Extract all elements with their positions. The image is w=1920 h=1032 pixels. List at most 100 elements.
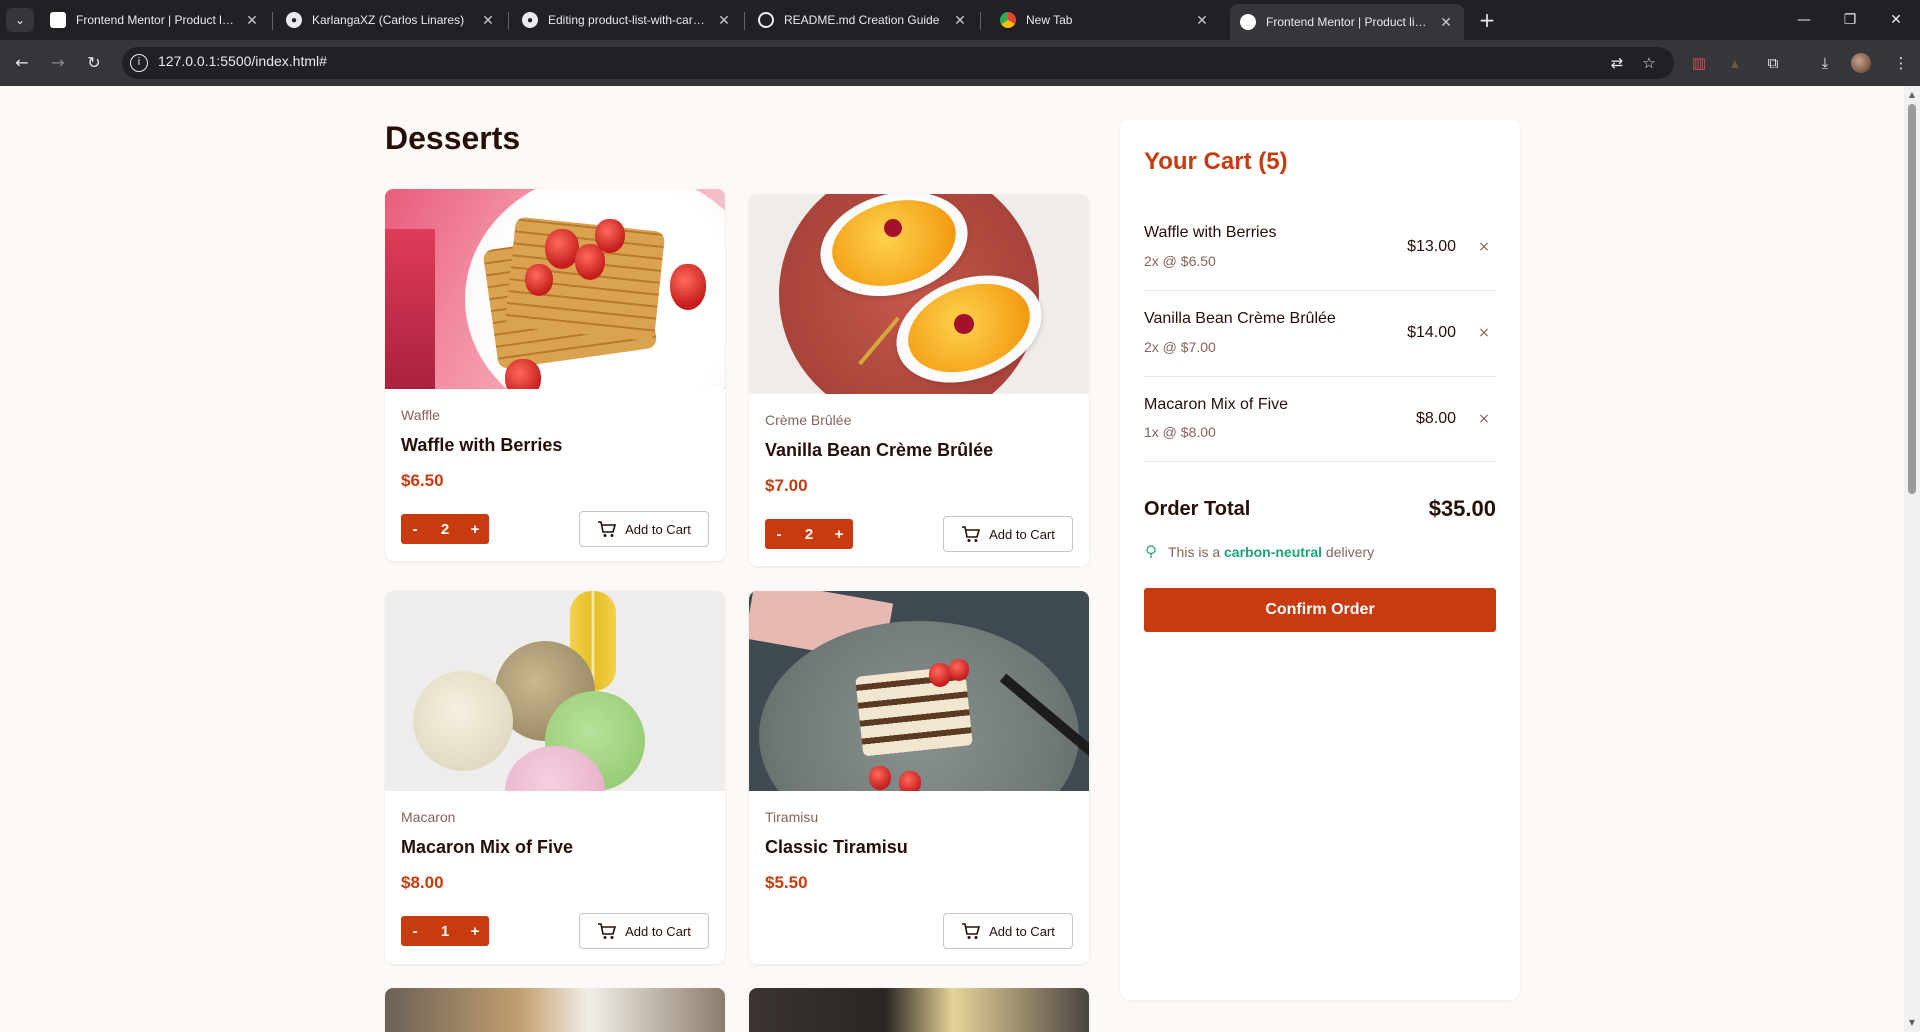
frontend-mentor-favicon <box>50 12 66 28</box>
product-name: Vanilla Bean Crème Brûlée <box>765 440 994 460</box>
cart-divider <box>1144 290 1496 291</box>
reload-button[interactable]: ↻ <box>80 49 108 77</box>
page-title: Desserts <box>385 120 521 156</box>
order-total-value: $35.00 <box>1428 496 1496 521</box>
increment-button[interactable]: + <box>461 521 489 538</box>
add-to-cart-label: Add to Cart <box>625 923 691 939</box>
carbon-highlight: carbon-neutral <box>1224 544 1323 560</box>
decrement-button[interactable]: - <box>401 923 429 940</box>
carbon-prefix: This is a <box>1168 544 1221 560</box>
address-bar[interactable] <box>122 47 1674 79</box>
extension-icon[interactable]: ▥ <box>1686 50 1712 76</box>
tab-new-tab[interactable]: New Tab ✕ <box>990 6 1220 34</box>
tab-github-profile[interactable]: ● KarlangaXZ (Carlos Linares) ✕ <box>276 6 506 34</box>
product-category: Tiramisu <box>765 809 819 825</box>
close-tab-icon[interactable]: ✕ <box>480 12 496 29</box>
add-to-cart-button[interactable]: Add to Cart <box>579 913 709 949</box>
close-tab-icon[interactable]: ✕ <box>952 12 968 29</box>
cart-divider <box>1144 461 1496 462</box>
cart-title: Your Cart (5) <box>1144 148 1288 175</box>
scroll-down-arrow[interactable]: ▼ <box>1908 1018 1916 1028</box>
tab-frontend-mentor-1[interactable]: Frontend Mentor | Product list w ✕ <box>40 6 270 34</box>
scrollbar-thumb[interactable] <box>1908 104 1916 494</box>
cart-item-total: $14.00 <box>1407 324 1456 341</box>
product-image-tiramisu <box>749 591 1089 791</box>
tab-title: Frontend Mentor | Product list w <box>1266 15 1430 29</box>
download-icon[interactable]: ⤓ <box>1812 50 1838 76</box>
extension-icon-2[interactable]: ▴ <box>1722 50 1748 76</box>
quantity-value: 2 <box>440 520 450 538</box>
product-name: Macaron Mix of Five <box>401 837 574 857</box>
product-price: $5.50 <box>765 873 808 892</box>
product-price: $6.50 <box>401 471 444 490</box>
forward-button[interactable]: → <box>44 49 72 77</box>
tab-readme-guide[interactable]: README.md Creation Guide ✕ <box>748 6 978 34</box>
close-tab-icon[interactable]: ✕ <box>716 12 732 29</box>
add-to-cart-button[interactable]: Add to Cart <box>943 516 1073 552</box>
restore-button[interactable]: ❐ <box>1828 6 1872 34</box>
cart-item-name: Macaron Mix of Five <box>1144 396 1289 413</box>
tab-search-button[interactable]: ⌄ <box>6 8 34 32</box>
extensions-puzzle-icon[interactable]: ⧉ <box>1760 50 1786 76</box>
tab-title: Frontend Mentor | Product list w <box>76 13 236 27</box>
remove-item-icon[interactable]: × <box>1476 411 1492 427</box>
cart-item-detail: 1x @ $8.00 <box>1144 424 1216 440</box>
cart-icon <box>962 923 981 939</box>
product-card-tiramisu: Tiramisu Classic Tiramisu $5.50 Add to C… <box>749 591 1089 964</box>
tab-separator <box>744 12 745 30</box>
translate-icon[interactable]: ⇄ <box>1604 50 1630 76</box>
product-price: $7.00 <box>765 476 808 495</box>
chrome-icon <box>1000 12 1016 28</box>
product-card-creme-brulee: Crème Brûlée Vanilla Bean Crème Brûlée $… <box>749 194 1089 566</box>
add-to-cart-button[interactable]: Add to Cart <box>943 913 1073 949</box>
tab-separator <box>980 12 981 30</box>
cart-item-name: Vanilla Bean Crème Brûlée <box>1144 310 1336 327</box>
new-tab-button[interactable]: + <box>1474 8 1500 34</box>
scroll-up-arrow[interactable]: ▲ <box>1908 90 1916 100</box>
product-image-macaron <box>385 591 725 791</box>
cart-item-name: Waffle with Berries <box>1144 224 1277 241</box>
decrement-button[interactable]: - <box>401 521 429 538</box>
carbon-suffix: delivery <box>1325 544 1375 560</box>
confirm-order-button[interactable]: Confirm Order <box>1144 588 1496 632</box>
close-tab-icon[interactable]: ✕ <box>1194 12 1210 29</box>
chatgpt-icon <box>758 12 774 28</box>
cart-icon <box>962 526 981 542</box>
product-card-macaron: Macaron Macaron Mix of Five $8.00 - 1 + … <box>385 591 725 964</box>
product-price: $8.00 <box>401 873 444 892</box>
close-tab-icon[interactable]: ✕ <box>244 12 260 29</box>
chrome-menu-icon[interactable]: ⋮ <box>1888 50 1914 76</box>
add-to-cart-label: Add to Cart <box>989 526 1055 542</box>
tree-icon <box>1146 545 1156 558</box>
quantity-value: 1 <box>440 922 450 940</box>
cart-panel <box>1120 120 1520 1000</box>
tab-title: README.md Creation Guide <box>784 13 940 27</box>
cart-item-total: $8.00 <box>1415 410 1456 427</box>
add-to-cart-label: Add to Cart <box>989 923 1055 939</box>
add-to-cart-button[interactable]: Add to Cart <box>579 511 709 547</box>
cart-divider <box>1144 376 1496 377</box>
back-button[interactable]: ← <box>8 49 36 77</box>
product-category: Macaron <box>401 809 456 825</box>
site-info-icon[interactable]: i <box>130 54 148 72</box>
cart-icon <box>598 923 617 939</box>
decrement-button[interactable]: - <box>765 526 793 543</box>
url-text[interactable]: 127.0.0.1:5500/index.html# <box>158 53 327 69</box>
bookmark-star-icon[interactable]: ☆ <box>1636 50 1662 76</box>
remove-item-icon[interactable]: × <box>1476 325 1492 341</box>
product-name: Classic Tiramisu <box>765 837 908 857</box>
remove-item-icon[interactable]: × <box>1476 239 1492 255</box>
product-card-partial <box>385 988 725 1032</box>
tab-github-editing[interactable]: ● Editing product-list-with-cart-m ✕ <box>512 6 742 34</box>
tab-separator <box>272 12 273 30</box>
close-tab-icon[interactable]: ✕ <box>1438 14 1454 31</box>
close-window-button[interactable]: ✕ <box>1874 6 1918 34</box>
tab-frontend-mentor-active[interactable]: Frontend Mentor | Product list w ✕ <box>1230 4 1464 40</box>
profile-avatar[interactable] <box>1848 50 1874 76</box>
quantity-stepper: - 2 + <box>765 519 853 549</box>
increment-button[interactable]: + <box>461 923 489 940</box>
product-image-waffle <box>385 189 725 389</box>
increment-button[interactable]: + <box>825 526 853 543</box>
github-icon: ● <box>522 12 538 28</box>
minimize-button[interactable]: — <box>1782 6 1826 34</box>
